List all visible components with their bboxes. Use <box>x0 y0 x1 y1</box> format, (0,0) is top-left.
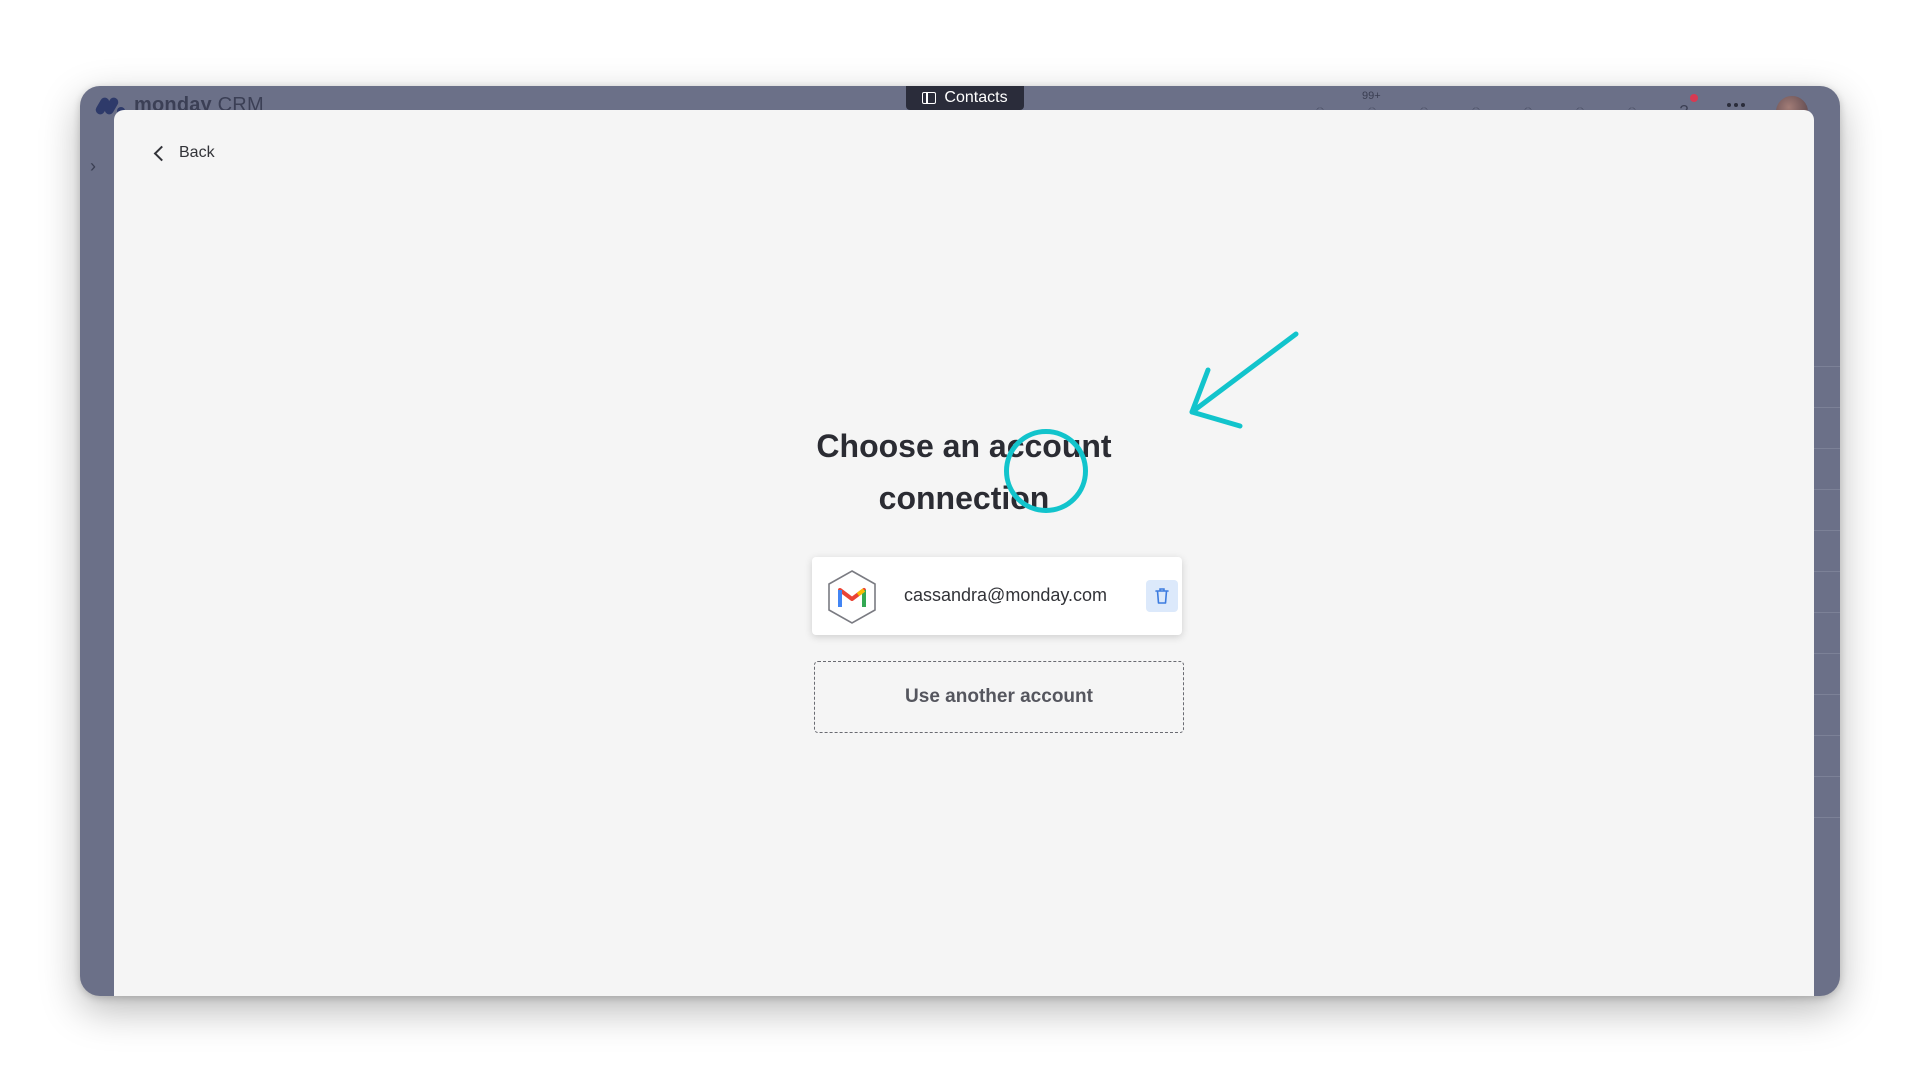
use-another-account-button[interactable]: Use another account <box>814 661 1184 733</box>
help-badge <box>1690 94 1698 102</box>
delete-account-button[interactable] <box>1146 580 1178 612</box>
tab-label: Contacts <box>944 89 1008 106</box>
background-board-rows <box>1812 366 1840 858</box>
tab-contacts[interactable]: Contacts <box>906 86 1024 110</box>
page-title-line2: connection <box>878 480 1050 516</box>
page-title-line1: Choose an account <box>816 428 1112 464</box>
expand-sidebar-icon[interactable]: › <box>90 156 96 177</box>
back-label: Back <box>179 144 215 161</box>
account-card[interactable]: cassandra@monday.com <box>812 557 1182 635</box>
chevron-left-icon <box>153 145 170 161</box>
app-window: monday CRM Contacts ◌ 99+◌ ◌ ◌ ◌ ◌ ◌ ? ›… <box>80 86 1840 996</box>
back-button[interactable]: Back <box>152 144 215 162</box>
notification-count: 99+ <box>1362 90 1381 102</box>
gmail-icon <box>828 570 876 624</box>
side-panel-icon <box>922 92 937 104</box>
account-connection-panel: Back Choose an account connection cassan… <box>114 110 1814 996</box>
trash-icon <box>1155 588 1169 604</box>
account-email: cassandra@monday.com <box>904 585 1108 605</box>
page-title: Choose an account connection <box>114 420 1814 524</box>
